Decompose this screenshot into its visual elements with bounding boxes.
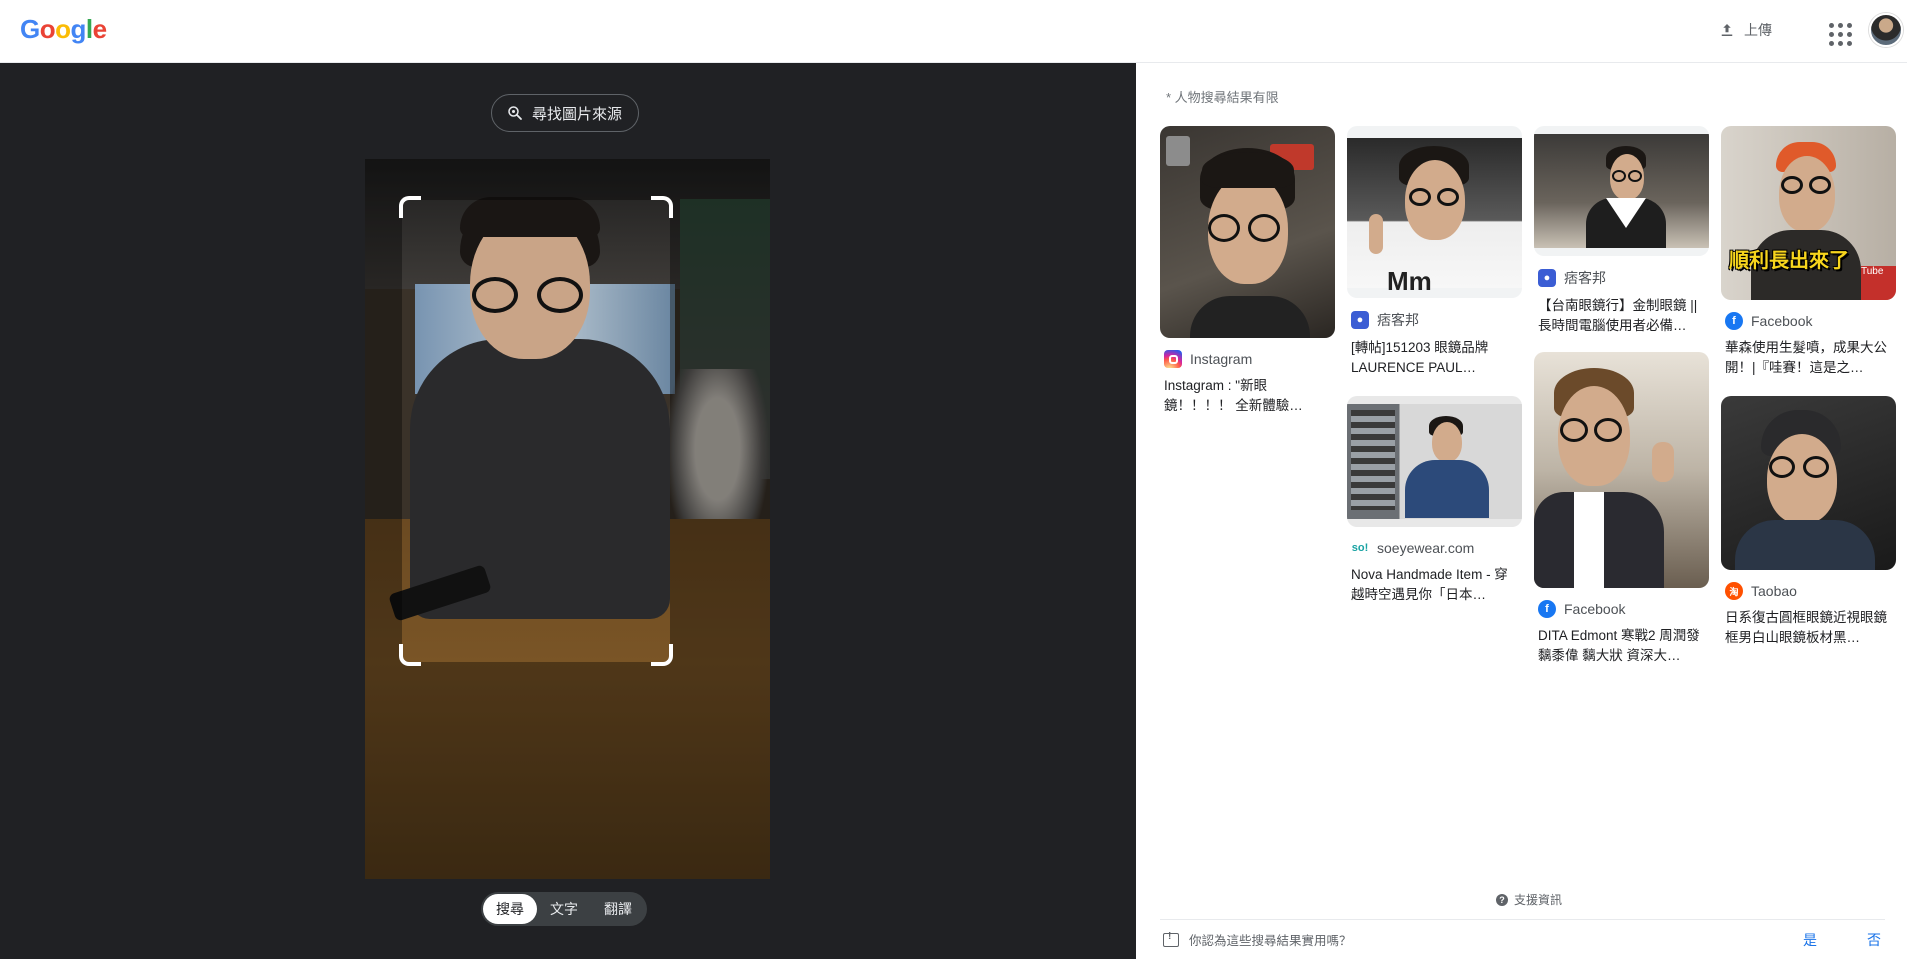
lens-search-icon xyxy=(508,106,522,120)
result-title[interactable]: Instagram : "新眼鏡！！！！ 全新體驗… xyxy=(1160,376,1335,416)
logo-letter: g xyxy=(70,14,87,44)
upload-button[interactable]: 上傳 xyxy=(1708,14,1782,46)
soeyewear-icon: so! xyxy=(1351,542,1369,554)
tab-translate[interactable]: 翻譯 xyxy=(591,894,645,924)
pixnet-icon: ● xyxy=(1351,311,1369,329)
logo-letter: e xyxy=(92,14,107,44)
crop-handle-top-right[interactable] xyxy=(651,196,673,218)
upload-label: 上傳 xyxy=(1744,22,1772,38)
feedback-no-button[interactable]: 否 xyxy=(1867,930,1881,950)
result-card[interactable]: Mm ● 痞客邦 [轉帖]151203 眼鏡品牌 LAURENCE PAUL… xyxy=(1347,126,1522,378)
result-source: 痞客邦 xyxy=(1377,312,1419,328)
result-card[interactable]: ● 痞客邦 【台南眼鏡行】金制眼鏡 || 長時間電腦使用者必備… xyxy=(1534,126,1709,336)
facebook-icon: f xyxy=(1725,312,1743,330)
support-info-label: 支援資訊 xyxy=(1514,893,1563,907)
taobao-icon: 淘 xyxy=(1725,582,1743,600)
divider xyxy=(1160,919,1885,920)
result-thumbnail xyxy=(1160,126,1335,338)
crop-handle-bottom-left[interactable] xyxy=(399,644,421,666)
thumbnail-caption: 順利長出來了 xyxy=(1729,248,1849,272)
find-image-source-label: 尋找圖片來源 xyxy=(532,105,623,123)
results-column-4: Tube 順利長出來了 f Facebook 華森使用生髮噴，成果大公開！|『哇… xyxy=(1721,126,1896,666)
google-logo[interactable]: Google xyxy=(20,14,107,45)
mode-tabs: 搜尋 文字 翻譯 xyxy=(481,892,647,926)
find-image-source-button[interactable]: 尋找圖片來源 xyxy=(491,94,640,132)
logo-letter: o xyxy=(39,14,56,44)
feedback-yes-button[interactable]: 是 xyxy=(1803,930,1817,950)
result-thumbnail: Mm xyxy=(1347,126,1522,298)
result-card[interactable]: so! soeyewear.com Nova Handmade Item - 穿… xyxy=(1347,396,1522,605)
result-source: Facebook xyxy=(1751,313,1813,329)
support-info-link[interactable]: ? 支援資訊 xyxy=(1496,891,1562,908)
feedback-icon xyxy=(1163,931,1179,947)
facebook-icon: f xyxy=(1538,600,1556,618)
avatar[interactable] xyxy=(1869,13,1903,47)
result-title[interactable]: [轉帖]151203 眼鏡品牌 LAURENCE PAUL… xyxy=(1347,338,1522,378)
tab-text[interactable]: 文字 xyxy=(537,894,591,924)
google-apps-icon[interactable] xyxy=(1822,16,1854,48)
logo-letter: l xyxy=(85,14,93,44)
logo-letter: G xyxy=(20,14,40,44)
result-title[interactable]: Nova Handmade Item - 穿越時空遇見你「日本… xyxy=(1347,565,1522,605)
image-viewer-panel: 尋找圖片來源 搜尋 文字 翻譯 xyxy=(0,63,1136,959)
result-source: Instagram xyxy=(1190,351,1253,367)
upload-icon xyxy=(1721,24,1733,36)
tab-search[interactable]: 搜尋 xyxy=(483,894,537,924)
crop-handle-top-left[interactable] xyxy=(399,196,421,218)
feedback-question: 你認為這些搜尋結果實用嗎？ xyxy=(1189,934,1352,948)
result-card[interactable]: Tube 順利長出來了 f Facebook 華森使用生髮噴，成果大公開！|『哇… xyxy=(1721,126,1896,378)
crop-selection-box[interactable] xyxy=(399,196,673,666)
results-column-3: ● 痞客邦 【台南眼鏡行】金制眼鏡 || 長時間電腦使用者必備… f Faceb… xyxy=(1534,126,1709,684)
results-column-1: Instagram Instagram : "新眼鏡！！！！ 全新體驗… xyxy=(1160,126,1335,434)
result-thumbnail xyxy=(1721,396,1896,570)
result-thumbnail: Tube 順利長出來了 xyxy=(1721,126,1896,300)
result-card[interactable]: 淘 Taobao 日系復古圓框眼鏡近視眼鏡框男白山眼鏡板材黑… xyxy=(1721,396,1896,648)
result-source: soeyewear.com xyxy=(1377,540,1475,556)
result-title[interactable]: 華森使用生髮噴，成果大公開！|『哇賽！這是之… xyxy=(1721,338,1896,378)
people-results-notice: * 人物搜尋結果有限 xyxy=(1166,90,1279,105)
results-panel: * 人物搜尋結果有限 Instagram Instagram : "新眼鏡！！！… xyxy=(1136,63,1907,959)
pixnet-icon: ● xyxy=(1538,269,1556,287)
result-thumbnail xyxy=(1534,126,1709,256)
instagram-icon xyxy=(1164,350,1182,368)
help-icon: ? xyxy=(1496,893,1508,906)
result-source: Taobao xyxy=(1751,583,1797,599)
result-source: Facebook xyxy=(1564,601,1626,617)
result-thumbnail xyxy=(1347,396,1522,527)
result-title[interactable]: 【台南眼鏡行】金制眼鏡 || 長時間電腦使用者必備… xyxy=(1534,296,1709,336)
logo-letter: o xyxy=(55,14,71,44)
crop-handle-bottom-right[interactable] xyxy=(651,644,673,666)
result-title[interactable]: DITA Edmont 寒戰2 周潤發 黐黍偉 黐大狀 資深大… xyxy=(1534,626,1709,666)
result-source: 痞客邦 xyxy=(1564,270,1606,286)
result-card[interactable]: Instagram Instagram : "新眼鏡！！！！ 全新體驗… xyxy=(1160,126,1335,416)
feedback-prompt: 你認為這些搜尋結果實用嗎？ xyxy=(1163,930,1352,949)
result-title[interactable]: 日系復古圓框眼鏡近視眼鏡框男白山眼鏡板材黑… xyxy=(1721,608,1896,648)
top-bar: Google 上傳 xyxy=(0,0,1907,63)
result-thumbnail xyxy=(1534,352,1709,588)
results-column-2: Mm ● 痞客邦 [轉帖]151203 眼鏡品牌 LAURENCE PAUL… … xyxy=(1347,126,1522,623)
result-card[interactable]: f Facebook DITA Edmont 寒戰2 周潤發 黐黍偉 黐大狀 資… xyxy=(1534,352,1709,666)
